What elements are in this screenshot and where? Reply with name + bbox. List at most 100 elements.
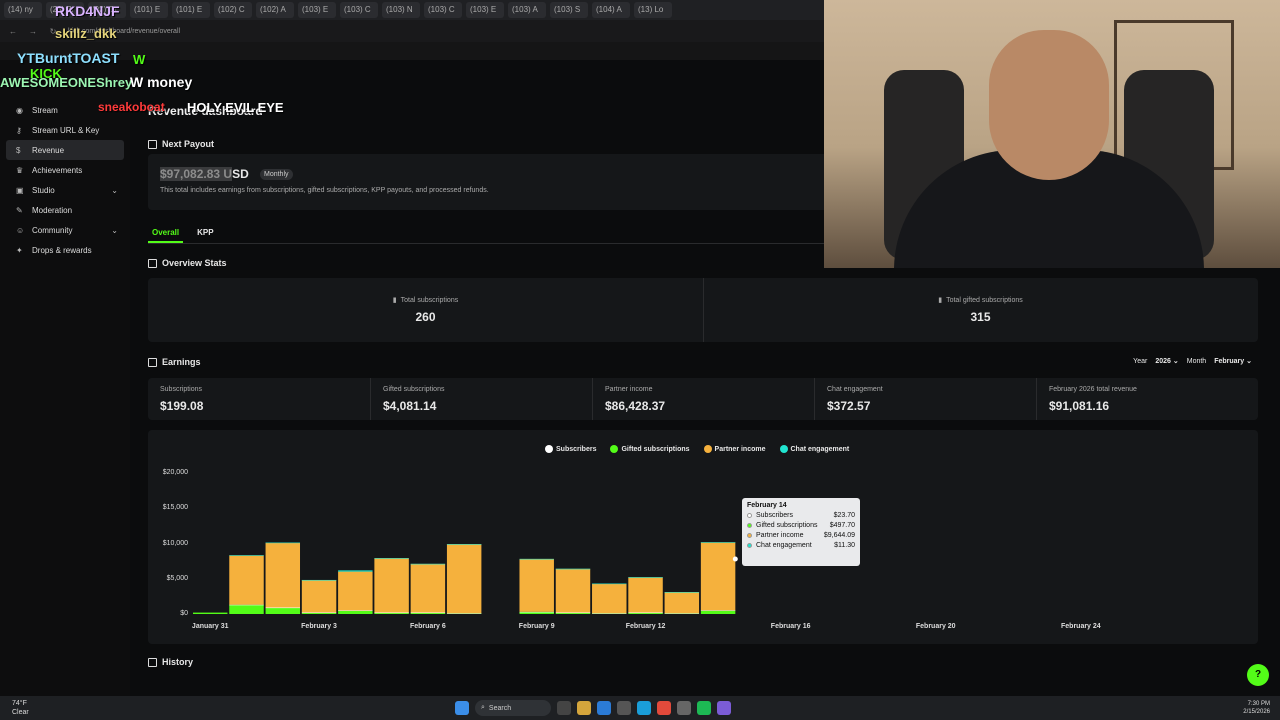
bar-segment-partner-income[interactable]: [410, 563, 446, 613]
overlay-text: HOLY EVIL EYE: [187, 100, 284, 115]
tooltip-dot: [747, 533, 752, 538]
bar-segment-gifted-subscriptions[interactable]: [193, 612, 228, 614]
webcam-overlay: [824, 0, 1280, 268]
overlay-text: W: [133, 52, 146, 67]
bar-segment-subscribers[interactable]: [555, 612, 591, 614]
overlay-text: YTBurntTOAST: [17, 50, 120, 66]
x-tick-label: February 9: [518, 623, 555, 630]
search-icon: ⌕: [481, 704, 485, 711]
overlay-text: AWESOMEONEShrey: [0, 75, 133, 90]
tooltip-value: $497.70: [829, 522, 855, 529]
bar-segment-chat-engagement[interactable]: [664, 592, 700, 593]
bar-segment-gifted-subscriptions[interactable]: [700, 610, 736, 614]
bar-segment-partner-income[interactable]: [700, 542, 736, 611]
bar-segment-subscribers[interactable]: [301, 612, 337, 614]
bar-segment-subscribers[interactable]: [338, 610, 373, 612]
clock-date: 2/15/2026: [1243, 709, 1270, 715]
bar-segment-partner-income[interactable]: [265, 542, 301, 608]
app-icon[interactable]: [617, 701, 631, 715]
x-tick-label: February 12: [625, 623, 666, 630]
weather-widget[interactable]: 74°F Clear: [12, 699, 29, 717]
windows-start-icon[interactable]: [455, 701, 469, 715]
overlay-text: W money: [130, 74, 193, 90]
bar-segment-subscribers[interactable]: [265, 607, 301, 609]
steam-icon[interactable]: [637, 701, 651, 715]
weather-temp: 74°F: [12, 700, 27, 707]
tooltip-dot: [747, 543, 752, 548]
bar-segment-partner-income[interactable]: [555, 568, 591, 613]
tooltip-date: February 14: [747, 502, 787, 509]
bar-segment-subscribers[interactable]: [229, 604, 264, 606]
x-tick-label: February 24: [1061, 623, 1101, 630]
taskbar-search[interactable]: ⌕ Search: [475, 700, 551, 716]
file-explorer-icon[interactable]: [577, 701, 591, 715]
chart-tooltip: February 14 Subscribers $23.70 Gifted subs…: [742, 498, 860, 566]
bar-segment-subscribers[interactable]: [519, 611, 554, 613]
tooltip-label: Chat engagement: [756, 542, 812, 549]
app-icon[interactable]: [717, 701, 731, 715]
y-tick-label: $10,000: [162, 539, 188, 547]
tooltip-row: Chat engagement $11.30: [747, 542, 855, 549]
x-tick-label: February 3: [301, 623, 337, 630]
bar-segment-subscribers[interactable]: [446, 613, 482, 614]
overlay-text: RKD4NJF: [55, 3, 120, 19]
bar-segment-subscribers[interactable]: [592, 613, 627, 614]
clock-icon: [148, 657, 157, 667]
weather-desc: Clear: [12, 709, 29, 716]
task-view-icon[interactable]: [557, 701, 571, 715]
bar-segment-gifted-subscriptions[interactable]: [229, 604, 264, 614]
bar-segment-chat-engagement[interactable]: [446, 544, 482, 545]
spotify-icon[interactable]: [697, 701, 711, 715]
y-tick-label: $5,000: [166, 574, 188, 582]
x-tick-label: February 20: [915, 623, 956, 630]
bar-segment-partner-income[interactable]: [592, 583, 627, 614]
bar-segment-partner-income[interactable]: [229, 555, 264, 605]
bar-segment-partner-income[interactable]: [664, 592, 700, 614]
bar-segment-chat-engagement[interactable]: [374, 558, 409, 559]
tooltip-value: $11.30: [834, 542, 855, 549]
y-tick-label: $20,000: [162, 469, 188, 476]
person-head: [989, 30, 1109, 180]
taskbar-apps: ⌕ Search: [455, 700, 731, 716]
bar-segment-subscribers[interactable]: [410, 612, 446, 614]
bar-segment-chat-engagement[interactable]: [265, 542, 301, 544]
bar-segment-partner-income[interactable]: [446, 544, 482, 614]
bar-segment-chat-engagement[interactable]: [410, 563, 446, 565]
bar-segment-chat-engagement[interactable]: [628, 577, 663, 578]
y-tick-label: $0: [180, 610, 188, 617]
tooltip-label: Partner income: [756, 532, 804, 539]
bar-segment-partner-income[interactable]: [301, 580, 337, 613]
bar-segment-chat-engagement[interactable]: [338, 570, 373, 572]
overlay-text: sneakoboat: [98, 100, 165, 114]
hover-marker: [732, 556, 738, 562]
x-tick-label: January 31: [191, 623, 229, 630]
support-chat-button[interactable]: ?: [1247, 664, 1269, 686]
bar-segment-chat-engagement[interactable]: [229, 555, 264, 556]
bar-segment-subscribers[interactable]: [374, 612, 409, 614]
bar-segment-subscribers[interactable]: [628, 612, 663, 614]
bar-segment-chat-engagement[interactable]: [555, 568, 591, 570]
bar-segment-chat-engagement[interactable]: [519, 558, 554, 560]
bar-segment-partner-income[interactable]: [519, 558, 554, 612]
tooltip-value: $23.70: [833, 512, 855, 519]
x-tick-label: February 6: [409, 623, 446, 630]
tooltip-dot: [747, 513, 752, 518]
chrome-icon[interactable]: [657, 701, 671, 715]
bar-segment-subscribers[interactable]: [700, 610, 736, 611]
bar-segment-partner-income[interactable]: [338, 571, 373, 611]
tooltip-value: $9,644.09: [823, 532, 855, 539]
tooltip-dot: [747, 523, 752, 528]
tooltip-row: Subscribers $23.70: [747, 512, 855, 519]
bar-segment-subscribers[interactable]: [664, 613, 700, 614]
system-clock[interactable]: 7:30 PM 2/15/2026: [1243, 700, 1270, 716]
bar-segment-partner-income[interactable]: [628, 577, 663, 613]
bar-segment-partner-income[interactable]: [374, 558, 409, 613]
tooltip-row: Partner income $9,644.09: [747, 532, 855, 539]
bar-segment-chat-engagement[interactable]: [700, 542, 736, 543]
tooltip-label: Subscribers: [756, 512, 793, 519]
bar-segment-gifted-subscriptions[interactable]: [265, 607, 301, 614]
bar-segment-chat-engagement[interactable]: [592, 583, 627, 585]
app-icon[interactable]: [597, 701, 611, 715]
bar-segment-chat-engagement[interactable]: [301, 579, 337, 581]
app-icon[interactable]: [677, 701, 691, 715]
